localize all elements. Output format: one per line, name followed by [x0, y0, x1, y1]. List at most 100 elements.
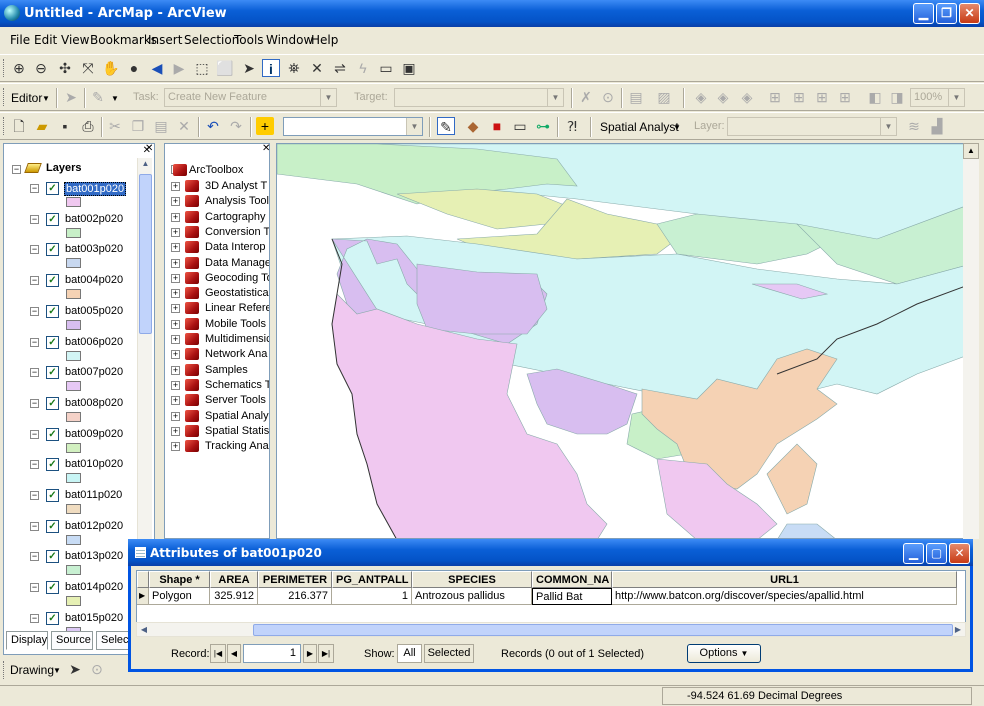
- layer-symbol-swatch[interactable]: [66, 534, 81, 545]
- toolbox-expand-icon[interactable]: +: [171, 197, 180, 207]
- redo-icon[interactable]: ↷: [227, 117, 245, 135]
- sketch-dropdown-arrow-icon[interactable]: ▼: [111, 94, 119, 103]
- cell-url1[interactable]: http://www.batcon.org/discover/species/a…: [612, 588, 957, 605]
- forward-arrow-icon[interactable]: ▶: [170, 59, 188, 77]
- menu-file[interactable]: File: [10, 33, 30, 47]
- chevron-down-icon[interactable]: ▼: [406, 118, 422, 135]
- restore-button[interactable]: ❐: [936, 3, 957, 24]
- layer-name[interactable]: bat002p020: [64, 213, 124, 225]
- toolbox-expand-icon[interactable]: +: [171, 319, 180, 329]
- layer-visibility-checkbox[interactable]: ✓: [46, 519, 59, 533]
- delete-x-icon[interactable]: ✕: [175, 117, 193, 135]
- edit-tool-arrow-icon[interactable]: ➤: [62, 88, 80, 106]
- cell-common-name[interactable]: Pallid Bat: [532, 588, 612, 605]
- layer-name[interactable]: bat008p020: [64, 397, 124, 409]
- drawing-menu[interactable]: Drawing: [10, 663, 54, 677]
- model-builder-icon[interactable]: ⊶: [534, 117, 552, 135]
- select-elements-arrow-icon[interactable]: ➤: [66, 660, 84, 678]
- show-all-button[interactable]: All: [397, 644, 422, 663]
- identify-icon[interactable]: i: [262, 59, 280, 77]
- split-tool-icon[interactable]: ✗: [577, 88, 595, 106]
- layer-name[interactable]: bat001p020: [64, 182, 127, 196]
- column-header-shape[interactable]: Shape *: [149, 571, 210, 588]
- menu-help[interactable]: Help: [311, 33, 338, 47]
- menu-window[interactable]: Window: [266, 33, 313, 47]
- layer-visibility-checkbox[interactable]: ✓: [46, 304, 59, 318]
- toolbox-expand-icon[interactable]: +: [171, 227, 180, 237]
- column-header-url1[interactable]: URL1: [612, 571, 957, 588]
- chevron-down-icon[interactable]: ▼: [880, 118, 896, 135]
- attributes-minimize-button[interactable]: ▁: [903, 543, 924, 564]
- first-record-icon[interactable]: |◀: [210, 644, 226, 663]
- menu-view[interactable]: View: [61, 33, 89, 47]
- layer-item[interactable]: − ✓ bat008p020: [30, 396, 150, 427]
- column-header-pg-antpall[interactable]: PG_ANTPALL: [332, 571, 412, 588]
- select-elements-arrow-icon[interactable]: ➤: [240, 59, 258, 77]
- toolbox-expand-icon[interactable]: +: [171, 380, 180, 390]
- toolbox-expand-icon[interactable]: +: [171, 304, 180, 314]
- layer-symbol-swatch[interactable]: [66, 289, 81, 300]
- layer-symbol-swatch[interactable]: [66, 258, 81, 269]
- layer-item[interactable]: − ✓ bat001p020: [30, 182, 150, 212]
- tab-selection[interactable]: Selection: [96, 631, 131, 650]
- spatial-analyst-menu[interactable]: Spatial Analyst: [600, 120, 679, 134]
- editor-menu[interactable]: Editor: [11, 91, 42, 105]
- layer-symbol-swatch[interactable]: [66, 596, 81, 607]
- layer-symbol-swatch[interactable]: [66, 197, 81, 207]
- layer-symbol-swatch[interactable]: [66, 442, 81, 453]
- toolbox-expand-icon[interactable]: +: [171, 411, 180, 421]
- grid-tool-3-icon[interactable]: ⊞: [813, 88, 831, 106]
- tab-source[interactable]: Source: [51, 631, 93, 650]
- layer-collapse-icon[interactable]: −: [30, 245, 39, 255]
- layer-visibility-checkbox[interactable]: ✓: [46, 243, 59, 257]
- layer-visibility-checkbox[interactable]: ✓: [46, 489, 59, 502]
- add-data-icon[interactable]: +: [256, 117, 274, 135]
- layer-collapse-icon[interactable]: −: [30, 552, 39, 562]
- menu-edit[interactable]: Edit: [34, 33, 57, 47]
- command-line-icon[interactable]: ▭: [511, 117, 529, 135]
- chevron-down-icon[interactable]: ▼: [948, 89, 964, 106]
- scroll-left-icon[interactable]: ◀: [137, 623, 151, 636]
- layer-visibility-checkbox[interactable]: ✓: [46, 581, 59, 595]
- menu-insert[interactable]: Insert: [148, 33, 182, 47]
- toolbox-expand-icon[interactable]: +: [171, 396, 180, 406]
- tab-display[interactable]: Display: [6, 631, 48, 650]
- layer-visibility-checkbox[interactable]: ✓: [46, 550, 59, 564]
- toolbox-expand-icon[interactable]: +: [171, 182, 180, 191]
- new-document-icon[interactable]: 🗋: [10, 117, 28, 135]
- layer-symbol-swatch[interactable]: [66, 350, 81, 361]
- grid-tool-2-icon[interactable]: ⊞: [790, 88, 808, 106]
- column-header-common-name[interactable]: COMMON_NA: [532, 571, 612, 588]
- layers-collapse-icon[interactable]: −: [12, 165, 21, 174]
- layer-collapse-icon[interactable]: −: [30, 491, 39, 500]
- layer-item[interactable]: − ✓ bat009p020: [30, 427, 150, 458]
- target-combo[interactable]: ▼: [394, 88, 564, 107]
- map-vertical-scrollbar[interactable]: ▲: [963, 143, 979, 539]
- attributes-maximize-button[interactable]: ▢: [926, 543, 947, 564]
- map-display[interactable]: [276, 143, 970, 539]
- toc-pane-close-icon[interactable]: ✕: [145, 143, 153, 154]
- page-forward-icon[interactable]: ◨: [888, 88, 906, 106]
- page-back-icon[interactable]: ◧: [866, 88, 884, 106]
- layer-symbol-swatch[interactable]: [66, 381, 81, 392]
- toolbox-expand-icon[interactable]: +: [171, 289, 180, 299]
- layer-item[interactable]: − ✓ bat007p020: [30, 366, 150, 396]
- layer-visibility-checkbox[interactable]: ✓: [46, 366, 59, 380]
- print-icon[interactable]: ⎙: [79, 117, 97, 135]
- zoom-in-icon[interactable]: ⊕: [10, 59, 28, 77]
- column-header-area[interactable]: AREA: [210, 571, 258, 588]
- toolbox-pane-close-icon[interactable]: ✕: [262, 143, 270, 154]
- measure-icon[interactable]: ⇌: [331, 59, 349, 77]
- layer-name[interactable]: bat009p020: [64, 428, 124, 440]
- layer-name[interactable]: bat007p020: [64, 366, 124, 378]
- toolbox-expand-icon[interactable]: +: [171, 426, 180, 436]
- layer-visibility-checkbox[interactable]: ✓: [46, 427, 59, 441]
- histogram-icon[interactable]: ▟: [928, 117, 946, 135]
- copy-icon[interactable]: ❐: [129, 117, 147, 135]
- pan-hand-icon[interactable]: ✋: [102, 59, 120, 77]
- layer-item[interactable]: − ✓ bat006p020: [30, 335, 150, 366]
- layer-visibility-checkbox[interactable]: ✓: [46, 335, 59, 349]
- chevron-down-icon[interactable]: ▼: [547, 89, 563, 106]
- georef-tool-2-icon[interactable]: ◈: [714, 88, 732, 106]
- layer-item[interactable]: − ✓ bat005p020: [30, 304, 150, 335]
